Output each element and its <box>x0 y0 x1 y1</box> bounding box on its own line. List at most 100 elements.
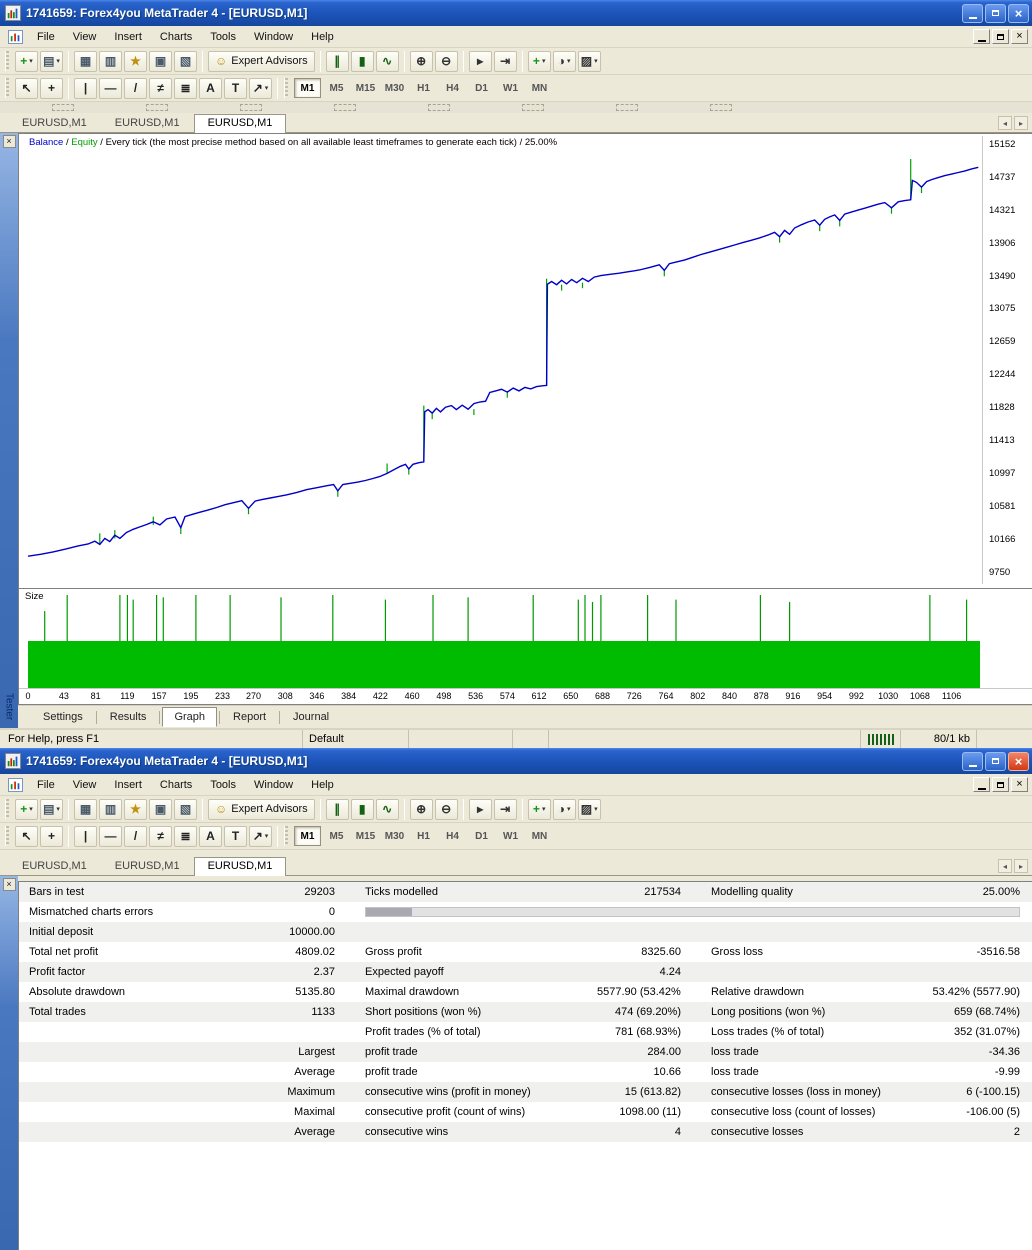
menu-insert[interactable]: Insert <box>105 28 151 46</box>
crosshair-button[interactable]: + <box>40 825 63 847</box>
tab-scroll-right-icon[interactable]: ▸ <box>1014 116 1028 130</box>
toolbar-grip[interactable] <box>284 78 288 98</box>
chart-tab[interactable]: EURUSD,M1 <box>8 857 101 875</box>
channels-button[interactable]: ≣ <box>174 77 197 99</box>
templates-button[interactable]: ▨ ▾ <box>577 50 601 72</box>
status-profile[interactable]: Default <box>302 730 408 748</box>
timeframe-m5-button[interactable]: M5 <box>323 826 350 846</box>
toolbar-grip[interactable] <box>5 799 9 819</box>
menu-file[interactable]: File <box>28 776 64 794</box>
bar-chart-button[interactable]: ∥ <box>325 798 349 820</box>
child-close-button[interactable]: × <box>1011 777 1028 792</box>
periods-button[interactable]: ◑ ▾ <box>552 798 576 820</box>
child-minimize-button[interactable] <box>973 777 990 792</box>
timeframe-mn-button[interactable]: MN <box>526 78 553 98</box>
arrows-button[interactable]: ↗ ▾ <box>249 825 272 847</box>
text-button[interactable]: A <box>199 77 222 99</box>
indicators-button[interactable]: + ▾ <box>527 50 551 72</box>
menu-charts[interactable]: Charts <box>151 776 201 794</box>
close-button[interactable]: × <box>1008 751 1029 771</box>
vertical-line-button[interactable]: | <box>74 825 97 847</box>
menu-charts[interactable]: Charts <box>151 28 201 46</box>
timeframe-d1-button[interactable]: D1 <box>468 78 495 98</box>
timeframe-h1-button[interactable]: H1 <box>410 78 437 98</box>
timeframe-m1-button[interactable]: M1 <box>294 826 321 846</box>
terminal-button[interactable]: ▣ <box>149 50 172 72</box>
horizontal-line-button[interactable]: — <box>99 77 122 99</box>
toolbar-grip[interactable] <box>284 826 288 846</box>
menu-file[interactable]: File <box>28 28 64 46</box>
trendline-button[interactable]: / <box>124 77 147 99</box>
text-label-button[interactable]: T <box>224 77 247 99</box>
templates-button[interactable]: ▨ ▾ <box>577 798 601 820</box>
timeframe-h4-button[interactable]: H4 <box>439 78 466 98</box>
close-tester-icon[interactable]: × <box>2 878 16 891</box>
chart-tab[interactable]: EURUSD,M1 <box>101 857 194 875</box>
menu-window[interactable]: Window <box>245 776 302 794</box>
timeframe-m15-button[interactable]: M15 <box>352 826 379 846</box>
child-close-button[interactable]: × <box>1011 29 1028 44</box>
zoom-in-button[interactable]: ⊕ <box>409 798 433 820</box>
terminal-button[interactable]: ▣ <box>149 798 172 820</box>
timeframe-m15-button[interactable]: M15 <box>352 78 379 98</box>
menu-view[interactable]: View <box>64 776 106 794</box>
cursor-button[interactable]: ↖ <box>15 77 38 99</box>
bar-chart-button[interactable]: ∥ <box>325 50 349 72</box>
text-button[interactable]: A <box>199 825 222 847</box>
menu-insert[interactable]: Insert <box>105 776 151 794</box>
timeframe-m1-button[interactable]: M1 <box>294 78 321 98</box>
chart-shift-button[interactable]: ⇥ <box>493 50 517 72</box>
zoom-out-button[interactable]: ⊖ <box>434 50 458 72</box>
tester-tab-report[interactable]: Report <box>222 708 277 726</box>
timeframe-m5-button[interactable]: M5 <box>323 78 350 98</box>
auto-scroll-button[interactable]: ▸ <box>468 798 492 820</box>
fibonacci-button[interactable]: ≠ <box>149 77 172 99</box>
toolbar-grip[interactable] <box>5 826 9 846</box>
menu-help[interactable]: Help <box>302 28 343 46</box>
vertical-line-button[interactable]: | <box>74 77 97 99</box>
market-watch-button[interactable]: ▦ <box>74 50 97 72</box>
child-restore-button[interactable] <box>992 777 1009 792</box>
menu-view[interactable]: View <box>64 28 106 46</box>
navigator-button[interactable]: ★ <box>124 798 147 820</box>
menu-help[interactable]: Help <box>302 776 343 794</box>
navigator-button[interactable]: ★ <box>124 50 147 72</box>
text-label-button[interactable]: T <box>224 825 247 847</box>
tab-scroll-right-icon[interactable]: ▸ <box>1014 859 1028 873</box>
restore-button[interactable] <box>985 3 1006 23</box>
expert-advisors-button[interactable]: ☺ Expert Advisors <box>208 798 315 820</box>
chart-tab[interactable]: EURUSD,M1 <box>8 114 101 132</box>
minimize-button[interactable] <box>962 3 983 23</box>
market-watch-button[interactable]: ▦ <box>74 798 97 820</box>
timeframe-w1-button[interactable]: W1 <box>497 78 524 98</box>
timeframe-mn-button[interactable]: MN <box>526 826 553 846</box>
new-chart-button[interactable]: + ▾ <box>15 50 38 72</box>
expert-advisors-button[interactable]: ☺ Expert Advisors <box>208 50 315 72</box>
timeframe-m30-button[interactable]: M30 <box>381 78 408 98</box>
menu-tools[interactable]: Tools <box>201 776 245 794</box>
restore-button[interactable] <box>985 751 1006 771</box>
horizontal-line-button[interactable]: — <box>99 825 122 847</box>
crosshair-button[interactable]: + <box>40 77 63 99</box>
zoom-in-button[interactable]: ⊕ <box>409 50 433 72</box>
channels-button[interactable]: ≣ <box>174 825 197 847</box>
candlestick-button[interactable]: ▮ <box>350 798 374 820</box>
new-chart-button[interactable]: + ▾ <box>15 798 38 820</box>
toolbar-grip[interactable] <box>5 78 9 98</box>
minimize-button[interactable] <box>962 751 983 771</box>
timeframe-h1-button[interactable]: H1 <box>410 826 437 846</box>
data-window-button[interactable]: ▥ <box>99 798 122 820</box>
chart-tab[interactable]: EURUSD,M1 <box>193 114 287 133</box>
candlestick-button[interactable]: ▮ <box>350 50 374 72</box>
arrows-button[interactable]: ↗ ▾ <box>249 77 272 99</box>
close-button[interactable]: × <box>1008 3 1029 23</box>
timeframe-w1-button[interactable]: W1 <box>497 826 524 846</box>
tab-scroll-left-icon[interactable]: ◂ <box>998 859 1012 873</box>
tester-tab-results[interactable]: Results <box>99 708 158 726</box>
chart-tab[interactable]: EURUSD,M1 <box>101 114 194 132</box>
cursor-button[interactable]: ↖ <box>15 825 38 847</box>
timeframe-h4-button[interactable]: H4 <box>439 826 466 846</box>
tester-tab-settings[interactable]: Settings <box>32 708 94 726</box>
line-chart-button[interactable]: ∿ <box>375 50 399 72</box>
close-tester-icon[interactable]: × <box>2 135 16 148</box>
